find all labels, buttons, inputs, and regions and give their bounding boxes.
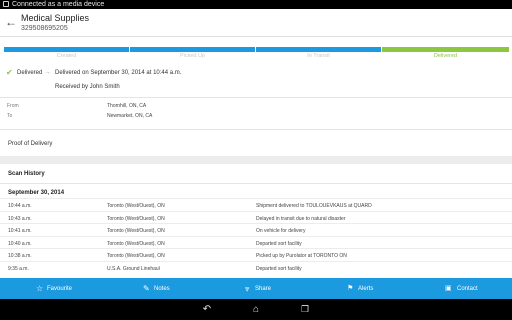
scan-location: Toronto (West/Ouest), ON bbox=[107, 215, 165, 222]
scan-history-title: Scan History bbox=[8, 171, 45, 177]
system-nav-bar: ↶ ⌂ ❐ bbox=[0, 299, 512, 320]
contact-button[interactable]: ▣ Contact bbox=[445, 278, 480, 299]
scan-time: 10:43 a.m. bbox=[8, 215, 32, 222]
scan-location: Toronto (West/Ouest), ON bbox=[107, 240, 165, 247]
scan-time: 10:38 a.m. bbox=[8, 253, 32, 259]
scan-location: Toronto (West/Ouest), ON bbox=[107, 203, 165, 209]
to-value: Newmarket, ON, CA bbox=[107, 113, 153, 119]
check-icon: ✔ bbox=[6, 68, 13, 77]
table-row: 10:41 a.m. Toronto (West/Ouest), ON On v… bbox=[0, 223, 512, 236]
bottom-action-bar: ☆ Favourite ✎ Notes ⩔ Share ⚑ Alerts ▣ C… bbox=[0, 278, 512, 299]
scan-activity: Departed sort facility bbox=[256, 240, 302, 247]
contact-label: Contact bbox=[457, 286, 478, 292]
received-by: Received by John Smith bbox=[55, 84, 120, 90]
share-button[interactable]: ⩔ Share bbox=[245, 278, 275, 299]
progress-step-label: In Transit bbox=[307, 53, 330, 59]
progress-step: Picked Up bbox=[130, 47, 255, 59]
usb-icon bbox=[3, 1, 9, 7]
tracking-number: 329508695205 bbox=[21, 25, 68, 32]
scan-activity: Delayed in transit due to natural disast… bbox=[256, 215, 346, 222]
progress-step-label: Delivered bbox=[433, 53, 458, 59]
status-detail: Delivered on September 30, 2014 at 10:44… bbox=[55, 70, 182, 76]
nav-recents-icon[interactable]: ❐ bbox=[296, 303, 314, 316]
scan-location: U.S.A. Ground Linehaul bbox=[107, 265, 160, 272]
scan-time: 9:35 a.m. bbox=[8, 265, 29, 272]
star-icon: ☆ bbox=[36, 284, 44, 293]
bell-icon: ⚑ bbox=[347, 285, 354, 292]
to-label: To bbox=[7, 113, 13, 119]
proof-of-delivery-link[interactable]: Proof of Delivery bbox=[8, 141, 52, 147]
system-status-bar: Connected as a media device bbox=[0, 0, 512, 9]
progress-step-label: Created bbox=[56, 53, 77, 59]
arrow-right-icon: → bbox=[44, 69, 51, 76]
scan-time: 10:40 a.m. bbox=[8, 240, 32, 247]
page-title: Medical Supplies bbox=[21, 13, 90, 23]
status-message: Connected as a media device bbox=[12, 1, 105, 8]
divider bbox=[0, 97, 512, 98]
share-icon: ⩔ bbox=[245, 284, 250, 293]
scan-activity: Picked up by Purolator at TORONTO ON bbox=[256, 253, 347, 259]
status-label: Delivered bbox=[17, 70, 43, 76]
scan-location: Toronto (West/Ouest), ON bbox=[107, 228, 165, 234]
app-header: ← Medical Supplies 329508695205 bbox=[0, 9, 512, 37]
scan-activity: On vehicle for delivery bbox=[256, 228, 306, 234]
table-row: 10:44 a.m. Toronto (West/Ouest), ON Ship… bbox=[0, 198, 512, 211]
delivery-progress: Created Picked Up In Transit Delivered bbox=[4, 47, 509, 61]
chat-icon: ▣ bbox=[445, 285, 452, 292]
scan-time: 10:44 a.m. bbox=[8, 203, 32, 209]
scan-activity: Shipment delivered to TOULOUEVKAUS at QU… bbox=[256, 203, 372, 209]
progress-step: Created bbox=[4, 47, 129, 59]
progress-step-current: Delivered bbox=[382, 47, 509, 59]
scan-activity: Departed sort facility bbox=[256, 265, 302, 272]
from-label: From bbox=[7, 103, 19, 109]
divider bbox=[0, 129, 512, 130]
table-row: 10:43 a.m. Toronto (West/Ouest), ON Dela… bbox=[0, 210, 512, 224]
table-row: 10:40 a.m. Toronto (West/Ouest), ON Depa… bbox=[0, 235, 512, 249]
table-row: 10:38 a.m. Toronto (West/Ouest), ON Pick… bbox=[0, 248, 512, 261]
favourite-button[interactable]: ☆ Favourite bbox=[36, 278, 76, 299]
alerts-label: Alerts bbox=[358, 286, 374, 292]
scan-time: 10:41 a.m. bbox=[8, 228, 32, 234]
notes-button[interactable]: ✎ Notes bbox=[143, 278, 173, 299]
alerts-button[interactable]: ⚑ Alerts bbox=[347, 278, 377, 299]
back-arrow-icon[interactable]: ← bbox=[5, 15, 17, 29]
table-row: 9:35 a.m. U.S.A. Ground Linehaul Departe… bbox=[0, 260, 512, 279]
pencil-icon: ✎ bbox=[143, 284, 150, 293]
divider bbox=[0, 183, 512, 184]
share-label: Share bbox=[255, 286, 272, 292]
notes-label: Notes bbox=[154, 286, 170, 292]
scan-location: Toronto (West/Ouest), ON bbox=[107, 253, 165, 259]
scan-history-date: September 30, 2014 bbox=[8, 190, 65, 196]
nav-back-icon[interactable]: ↶ bbox=[198, 303, 216, 316]
nav-home-icon[interactable]: ⌂ bbox=[247, 303, 265, 316]
progress-step: In Transit bbox=[256, 47, 381, 59]
favourite-label: Favourite bbox=[47, 286, 73, 292]
section-gap bbox=[0, 156, 512, 164]
from-value: Thornhill, ON, CA bbox=[107, 103, 147, 109]
progress-step-label: Picked Up bbox=[179, 53, 206, 59]
